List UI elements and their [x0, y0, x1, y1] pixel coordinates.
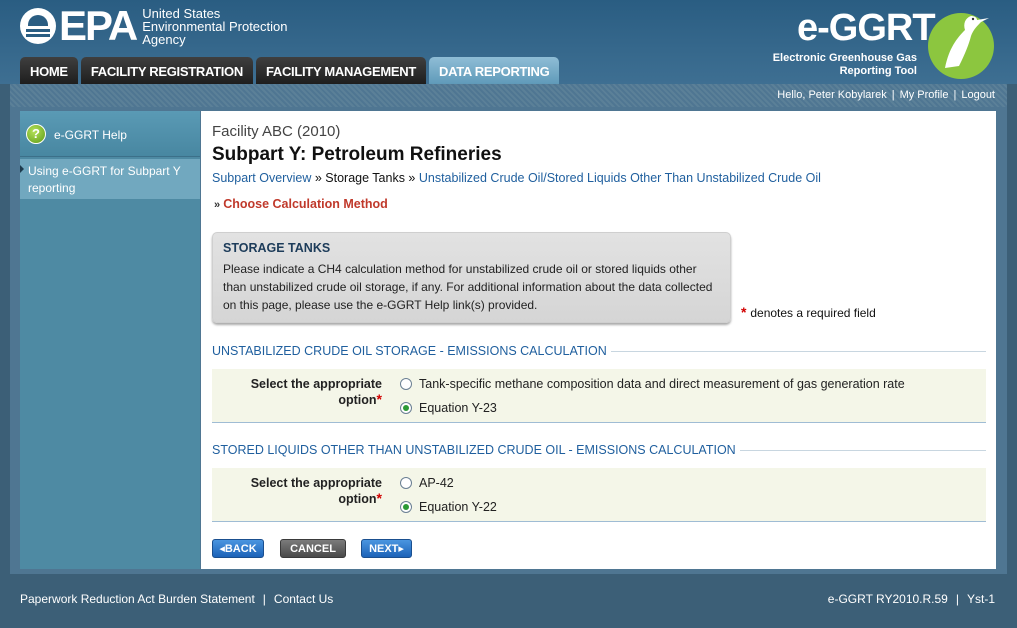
help-header: ? e-GGRT Help: [20, 111, 200, 157]
section-heading-stored-liquids: STORED LIQUIDS OTHER THAN UNSTABILIZED C…: [212, 443, 986, 457]
version-text: e-GGRT RY2010.R.59: [827, 592, 948, 606]
radio-button-checked[interactable]: [400, 402, 412, 414]
required-asterisk: *: [376, 490, 382, 506]
user-bar: Hello, Peter Kobylarek | My Profile | Logout: [10, 84, 1007, 107]
option-label: Select the appropriate option*: [250, 377, 382, 407]
radio-ap-42[interactable]: AP-42: [400, 476, 454, 490]
site-footer: Paperwork Reduction Act Burden Statement…: [0, 574, 1017, 628]
radio-label: Tank-specific methane composition data a…: [419, 377, 905, 391]
epa-wordmark: EPA: [59, 2, 138, 49]
required-asterisk: *: [741, 304, 751, 320]
help-link-subpart-y[interactable]: Using e-GGRT for Subpart Y reporting: [20, 159, 200, 199]
radio-equation-y23[interactable]: Equation Y-23: [400, 401, 497, 415]
stored-liquids-option-group: Select the appropriate option* AP-42 Equ…: [212, 468, 986, 522]
tab-facility-registration[interactable]: FACILITY REGISTRATION: [80, 57, 253, 84]
epa-logo[interactable]: EPA United States Environmental Protecti…: [20, 2, 288, 49]
radio-tank-specific[interactable]: Tank-specific methane composition data a…: [400, 377, 905, 391]
radio-button-checked[interactable]: [400, 501, 412, 513]
current-step: » Choose Calculation Method: [214, 197, 388, 211]
section-title: UNSTABILIZED CRUDE OIL STORAGE - EMISSIO…: [212, 344, 607, 358]
breadcrumb-separator: »: [311, 171, 326, 185]
help-title: e-GGRT Help: [54, 128, 127, 142]
section-title: STORED LIQUIDS OTHER THAN UNSTABILIZED C…: [212, 443, 736, 457]
breadcrumb-unstabilized-crude[interactable]: Unstabilized Crude Oil/Stored Liquids Ot…: [419, 171, 821, 185]
unstabilized-option-group: Select the appropriate option* Tank-spec…: [212, 369, 986, 423]
required-field-note: * denotes a required field: [741, 304, 876, 320]
separator: |: [262, 592, 266, 606]
cancel-button[interactable]: CANCEL: [280, 539, 346, 558]
page-title: Subpart Y: Petroleum Refineries: [212, 144, 502, 165]
radio-button[interactable]: [400, 477, 412, 489]
paperwork-reduction-link[interactable]: Paperwork Reduction Act Burden Statement: [20, 592, 255, 606]
step-arrow-icon: »: [214, 199, 224, 211]
tab-home[interactable]: HOME: [20, 57, 78, 84]
my-profile-link[interactable]: My Profile: [900, 89, 949, 101]
breadcrumb-subpart-overview[interactable]: Subpart Overview: [212, 171, 311, 185]
radio-equation-y22[interactable]: Equation Y-22: [400, 500, 497, 514]
epa-seal-icon: [20, 8, 56, 44]
eggrt-logo: e-GGRT Electronic Greenhouse Gas Reporti…: [767, 6, 997, 82]
user-greeting: Hello, Peter Kobylarek: [777, 89, 887, 101]
user-links: Hello, Peter Kobylarek | My Profile | Logout: [777, 89, 995, 101]
breadcrumb-storage-tanks: Storage Tanks: [325, 171, 405, 185]
tab-facility-management[interactable]: FACILITY MANAGEMENT: [255, 57, 426, 84]
help-question-icon: ?: [26, 124, 46, 144]
separator: |: [953, 89, 957, 101]
tab-data-reporting[interactable]: DATA REPORTING: [429, 57, 560, 84]
facility-name: Facility ABC (2010): [212, 123, 341, 140]
required-asterisk: *: [376, 391, 382, 407]
radio-label: Equation Y-22: [419, 500, 497, 514]
back-button[interactable]: ◂BACK: [212, 539, 264, 558]
main-nav-tabs: HOME FACILITY REGISTRATION FACILITY MANA…: [20, 57, 560, 84]
agency-name: United States Environmental Protection A…: [142, 5, 288, 47]
separator: |: [955, 592, 959, 606]
radio-button[interactable]: [400, 378, 412, 390]
help-sidebar: ? e-GGRT Help Using e-GGRT for Subpart Y…: [20, 111, 200, 569]
app-subtitle: Electronic Greenhouse Gas Reporting Tool: [772, 52, 917, 77]
radio-label: AP-42: [419, 476, 454, 490]
divider: [610, 350, 986, 352]
footer-links: Paperwork Reduction Act Burden Statement…: [20, 592, 333, 606]
section-heading-unstabilized: UNSTABILIZED CRUDE OIL STORAGE - EMISSIO…: [212, 344, 986, 358]
radio-label: Equation Y-23: [419, 401, 497, 415]
server-text: Yst-1: [966, 592, 995, 606]
option-label: Select the appropriate option*: [250, 476, 382, 506]
next-button[interactable]: NEXT▸: [361, 539, 412, 558]
divider: [739, 449, 986, 451]
step-label: Choose Calculation Method: [223, 197, 388, 211]
infobox-text: Please indicate a CH4 calculation method…: [223, 262, 713, 312]
contact-us-link[interactable]: Contact Us: [274, 592, 333, 606]
logout-link[interactable]: Logout: [961, 89, 995, 101]
required-note-text: denotes a required field: [750, 306, 876, 320]
site-header: EPA United States Environmental Protecti…: [0, 0, 1017, 84]
footer-version: e-GGRT RY2010.R.59 | Yst-1: [828, 592, 995, 606]
egret-logo-icon: [928, 13, 994, 79]
infobox-title: STORAGE TANKS: [223, 241, 331, 255]
storage-tanks-infobox: STORAGE TANKS Please indicate a CH4 calc…: [212, 232, 731, 323]
content-panel: Facility ABC (2010) Subpart Y: Petroleum…: [201, 111, 996, 569]
breadcrumb-separator: »: [404, 171, 419, 185]
app-title: e-GGRT: [797, 7, 936, 49]
breadcrumb: Subpart Overview » Storage Tanks » Unsta…: [212, 171, 821, 185]
separator: |: [891, 89, 895, 101]
